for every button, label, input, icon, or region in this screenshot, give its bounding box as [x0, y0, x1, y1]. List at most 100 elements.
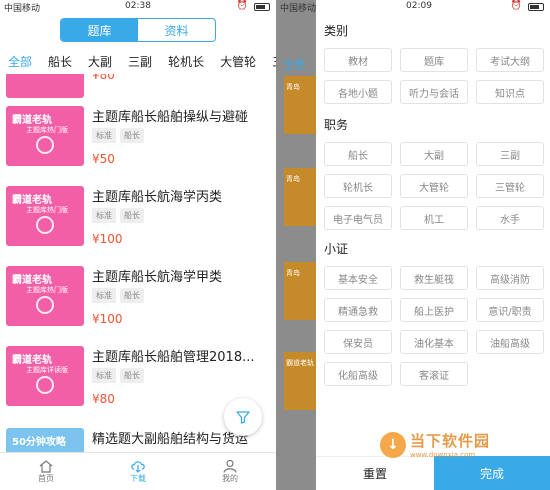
cloud-download-icon [131, 461, 145, 473]
user-icon [223, 459, 237, 473]
filter-chip[interactable]: 精通急救 [324, 298, 392, 322]
filter-chip[interactable]: 各地小题 [324, 80, 392, 104]
item-title: 主题库船长航海学丙类 [92, 190, 223, 205]
book-icon [36, 296, 54, 314]
status-bar: 中国移动 02:38 ⏰ [0, 0, 276, 14]
category-tab[interactable]: 船长 [48, 53, 72, 70]
thumb-subtitle: 主题库热门版 [26, 286, 68, 294]
tab-materials[interactable]: 资料 [138, 19, 215, 41]
book-icon [36, 376, 54, 394]
tag: 船长 [120, 208, 144, 223]
filter-chip[interactable]: 听力与会话 [400, 80, 468, 104]
tag: 标准 [92, 288, 116, 303]
filter-chip[interactable]: 大副 [400, 142, 468, 166]
filter-panel: 类别 教材 题库 考试大纲 各地小题 听力与会话 知识点 职务 船长 大副 三副… [316, 0, 550, 490]
thumb-text: 青岛 [286, 269, 300, 277]
status-bar: 中国移动 02:09 ⏰ [276, 0, 550, 14]
category-chip-grid: 教材 题库 考试大纲 各地小题 听力与会话 知识点 [324, 48, 544, 104]
carrier-label: 中国移动 [280, 4, 317, 14]
price: ¥100 [92, 312, 123, 326]
reset-button[interactable]: 重置 [316, 456, 434, 490]
filter-chip[interactable]: 机工 [400, 206, 468, 230]
filter-chip[interactable]: 客滚证 [400, 362, 468, 386]
filter-chip[interactable]: 保安员 [324, 330, 392, 354]
thumb-brand: 50分钟攻略 [12, 437, 66, 448]
filter-chip[interactable]: 水手 [476, 206, 544, 230]
tab-download[interactable]: 下载 [92, 453, 184, 490]
thumb-brand: 霸道老轨 [12, 115, 52, 126]
thumb-subtitle: 主题库热门版 [26, 206, 68, 214]
list-item[interactable]: ¥80 [0, 74, 276, 98]
tab-home[interactable]: 首页 [0, 453, 92, 490]
category-tab[interactable]: 大副 [88, 53, 112, 70]
position-chip-grid: 船长 大副 三副 轮机长 大管轮 三管轮 电子电气员 机工 水手 [324, 142, 544, 230]
done-button[interactable]: 完成 [434, 456, 550, 490]
tag: 标准 [92, 368, 116, 383]
category-tab[interactable]: 三副 [128, 53, 152, 70]
product-list: ¥80 霸道老轨 主题库热门版 主题库船长船舶操纵与避碰 标准 船长 ¥50 霸… [0, 74, 276, 454]
filter-chip[interactable]: 电子电气员 [324, 206, 392, 230]
tab-label: 下载 [130, 474, 146, 483]
tag-list: 标准 船长 [92, 368, 144, 383]
tag: 船长 [120, 288, 144, 303]
filter-chip[interactable]: 基本安全 [324, 266, 392, 290]
filter-chip[interactable]: 三管轮 [476, 174, 544, 198]
tag-list: 标准 船长 [92, 128, 144, 143]
section-title-position: 职务 [324, 118, 349, 132]
dimmed-background[interactable]: 全部 青岛 青岛 青岛 霸道老轨 [276, 0, 316, 490]
tag: 船长 [120, 368, 144, 383]
filter-chip[interactable]: 船上医护 [400, 298, 468, 322]
item-title: 主题库船长船舶操纵与避碰 [92, 110, 249, 125]
category-tab[interactable]: 轮机长 [168, 53, 204, 70]
watermark-en: www.downxia.com [410, 451, 476, 459]
filter-chip[interactable]: 油化基本 [400, 330, 468, 354]
category-tab[interactable]: 全部 [8, 53, 32, 70]
filter-chip[interactable]: 轮机长 [324, 174, 392, 198]
home-icon [39, 460, 53, 473]
filter-chip[interactable]: 意识/职责 [476, 298, 544, 322]
tag-list: 标准 船长 [92, 208, 144, 223]
product-thumbnail: 青岛 [284, 262, 316, 320]
watermark-cn: 当下软件园 [410, 432, 491, 450]
filter-chip[interactable]: 油船高级 [476, 330, 544, 354]
category-tab[interactable]: 大管轮 [220, 53, 256, 70]
content-type-switch: 题库 资料 [60, 18, 216, 42]
thumb-brand: 霸道老轨 [12, 195, 52, 206]
filter-chip[interactable]: 船长 [324, 142, 392, 166]
category-tab: 全部 [283, 58, 305, 71]
tab-mine[interactable]: 我的 [184, 453, 276, 490]
filter-chip[interactable]: 化船高级 [324, 362, 392, 386]
filter-chip[interactable]: 三副 [476, 142, 544, 166]
filter-chip[interactable]: 高级消防 [476, 266, 544, 290]
tag: 标准 [92, 128, 116, 143]
filter-icon [236, 411, 250, 424]
certificate-chip-grid: 基本安全 救生艇筏 高级消防 精通急救 船上医护 意识/职责 保安员 油化基本 … [324, 266, 544, 386]
book-icon [36, 136, 54, 154]
product-thumbnail: 50分钟攻略 [6, 428, 84, 454]
watermark-logo-icon: ↓ [380, 431, 406, 458]
product-thumbnail: 青岛 [284, 168, 316, 226]
filter-chip[interactable]: 知识点 [476, 80, 544, 104]
filter-chip[interactable]: 大管轮 [400, 174, 468, 198]
tag-list: 标准 船长 [92, 288, 144, 303]
product-thumbnail: 霸道老轨 主题库热门版 [6, 266, 84, 326]
tab-question-bank[interactable]: 题库 [61, 19, 138, 41]
left-screen: 中国移动 02:38 ⏰ 题库 资料 全部 船长 大副 三副 轮机长 大管轮 三… [0, 0, 276, 490]
filter-button[interactable] [224, 398, 262, 436]
list-item[interactable]: 霸道老轨 主题库热门版 主题库船长航海学丙类 标准 船长 ¥100 [0, 180, 276, 260]
alarm-icon: ⏰ [510, 1, 522, 11]
list-item[interactable]: 霸道老轨 主题库热门版 主题库船长航海学甲类 标准 船长 ¥100 [0, 260, 276, 340]
thumb-text: 青岛 [286, 175, 300, 183]
filter-chip[interactable]: 考试大纲 [476, 48, 544, 72]
item-title: 主题库船长航海学甲类 [92, 270, 223, 285]
item-title: 主题库船长船舶管理2018... [92, 350, 255, 365]
thumb-brand: 霸道老轨 [12, 275, 52, 286]
filter-chip[interactable]: 题库 [400, 48, 468, 72]
section-title-certificate: 小证 [324, 242, 349, 256]
thumb-subtitle: 主题库详读版 [26, 366, 68, 374]
filter-chip[interactable]: 教材 [324, 48, 392, 72]
list-item[interactable]: 霸道老轨 主题库热门版 主题库船长船舶操纵与避碰 标准 船长 ¥50 [0, 100, 276, 180]
clock: 02:09 [406, 1, 432, 11]
filter-chip[interactable]: 救生艇筏 [400, 266, 468, 290]
tag: 船长 [120, 128, 144, 143]
